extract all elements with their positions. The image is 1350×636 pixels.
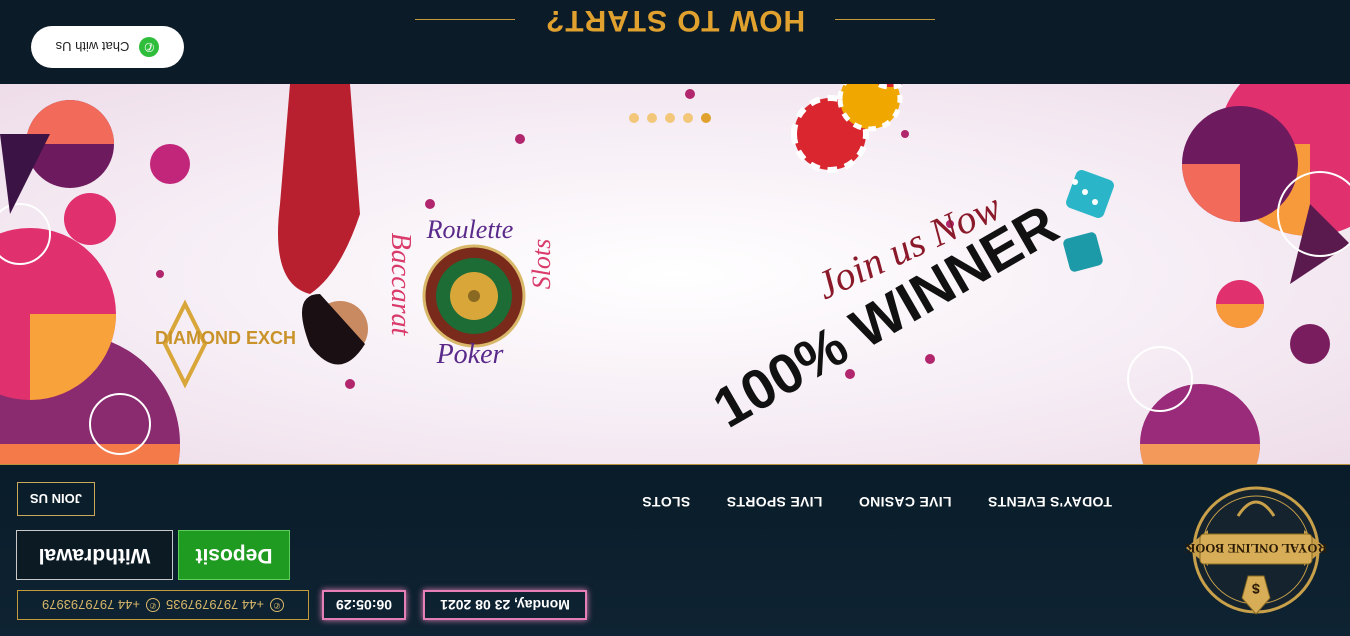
casino-chips xyxy=(791,84,921,173)
contact-numbers: ✆ +44 7979797935 ✆ +44 7979793979 xyxy=(17,590,309,620)
nav-todays-events[interactable]: TODAY'S EVENTS xyxy=(988,494,1112,510)
banner-artwork: Poker Baccarat Slots Roulette DIAMOND EX… xyxy=(0,84,1350,464)
date-display: Monday, 23 08 2021 xyxy=(423,590,587,620)
svg-text:DIAMOND EXCH: DIAMOND EXCH xyxy=(155,328,296,348)
svg-text:$: $ xyxy=(1252,581,1260,597)
game-label-poker: Poker xyxy=(436,339,504,370)
model-figure xyxy=(278,84,368,365)
carousel-dot-1[interactable] xyxy=(701,113,711,123)
carousel-indicators xyxy=(629,113,711,123)
heading-divider-right xyxy=(414,19,515,21)
royal-online-logo[interactable]: ROYAL ONLINE BOOK $ xyxy=(1178,472,1334,628)
clock-display: 06:05:29 xyxy=(322,590,406,620)
svg-text:100% WINNER: 100% WINNER xyxy=(702,192,1068,439)
nav-live-sports[interactable]: LIVE SPORTS xyxy=(727,494,823,510)
game-label-slots: Slots xyxy=(527,239,556,290)
deposit-button[interactable]: Deposit xyxy=(178,530,290,580)
contact-phone-2[interactable]: +44 7979793979 xyxy=(42,598,140,613)
roulette-wheel-graphic xyxy=(422,244,526,348)
main-nav: TODAY'S EVENTS LIVE CASINO LIVE SPORTS S… xyxy=(642,490,1112,514)
contact-phone-1[interactable]: +44 7979797935 xyxy=(166,598,264,613)
diamond-exch-logo: DIAMOND EXCH xyxy=(155,299,296,389)
carousel-dot-5[interactable] xyxy=(629,113,639,123)
decor-left xyxy=(1127,84,1350,464)
how-to-start-heading: HOW TO START? xyxy=(0,0,1350,40)
chat-label: Chat with Us xyxy=(55,39,130,55)
nav-slots[interactable]: SLOTS xyxy=(642,494,690,510)
chat-with-us-button[interactable]: ✆ Chat with Us xyxy=(31,26,184,68)
carousel-dot-4[interactable] xyxy=(647,113,657,123)
withdrawal-button[interactable]: Withdrawal xyxy=(16,530,173,580)
game-label-roulette: Roulette xyxy=(426,215,514,244)
game-label-baccarat: Baccarat xyxy=(385,233,416,337)
promo-headline: 100% WINNER Join us Now xyxy=(702,184,1068,440)
phone-icon: ✆ xyxy=(146,598,160,612)
whatsapp-icon: ✆ xyxy=(139,37,160,57)
decor-right xyxy=(0,100,190,464)
whatsapp-icon: ✆ xyxy=(269,598,284,612)
nav-live-casino[interactable]: LIVE CASINO xyxy=(859,494,952,510)
svg-text:ROYAL ONLINE BOOK: ROYAL ONLINE BOOK xyxy=(1184,541,1327,556)
site-header: ROYAL ONLINE BOOK $ Monday, 23 08 2021 0… xyxy=(0,463,1350,636)
heading-divider-left xyxy=(835,19,936,21)
promo-banner[interactable]: Poker Baccarat Slots Roulette DIAMOND EX… xyxy=(0,84,1350,464)
section-title: HOW TO START? xyxy=(544,4,806,37)
carousel-dot-3[interactable] xyxy=(665,113,675,123)
dice-graphic xyxy=(1063,170,1114,272)
carousel-dot-2[interactable] xyxy=(683,113,693,123)
join-us-button[interactable]: JOIN US xyxy=(17,482,95,516)
